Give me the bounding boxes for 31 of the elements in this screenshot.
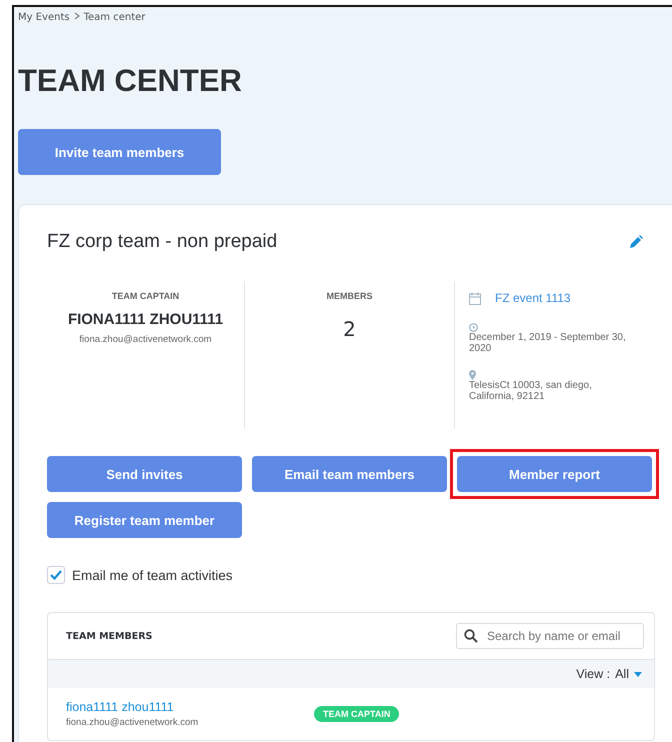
event-dates: December 1, 2019 - September 30, 2020 xyxy=(469,332,627,354)
member-email: fiona.zhou@activenetwork.com xyxy=(66,717,200,728)
team-name: FZ corp team - non prepaid xyxy=(47,231,278,253)
checkbox[interactable] xyxy=(47,566,65,584)
view-label: View : xyxy=(576,667,610,681)
action-button[interactable]: Send invites xyxy=(47,456,242,492)
captain-label: TEAM CAPTAIN xyxy=(112,291,180,301)
checkbox-label: Email me of team activities xyxy=(72,568,233,582)
event-address: TelesisCt 10003, san diego, California, 92121 xyxy=(469,380,593,402)
captain-name: FIONA1111 ZHOU1111 xyxy=(68,311,224,328)
captain-email: fiona.zhou@activenetwork.com xyxy=(79,334,212,345)
role-tag: TEAM CAPTAIN xyxy=(314,706,400,722)
view-dropdown[interactable]: All xyxy=(615,667,629,681)
clock-icon xyxy=(469,323,478,332)
location-pin-icon xyxy=(469,370,476,380)
action-button[interactable]: Member report xyxy=(457,456,652,492)
caret-icon[interactable] xyxy=(634,672,642,676)
action-button[interactable]: Register team member xyxy=(47,502,242,538)
breadcrumb-item: Team center xyxy=(84,12,146,23)
member-name-link[interactable]: fiona1111 zhou1111 xyxy=(66,700,314,714)
pencil-icon[interactable] xyxy=(629,235,643,249)
action-button[interactable]: Email team members xyxy=(252,456,447,492)
calendar-icon xyxy=(469,292,481,304)
invite-button[interactable]: Invite team members xyxy=(18,129,221,175)
members-label: MEMBERS xyxy=(326,291,372,301)
breadcrumb-item[interactable]: My Events xyxy=(18,12,70,23)
page-title: TEAM CENTER xyxy=(18,63,243,99)
search-field[interactable]: Search by name or email xyxy=(456,623,644,649)
members-count: 2 xyxy=(343,317,356,341)
members-heading: TEAM MEMBERS xyxy=(66,630,152,642)
event-link[interactable]: FZ event 1113 xyxy=(495,291,571,305)
